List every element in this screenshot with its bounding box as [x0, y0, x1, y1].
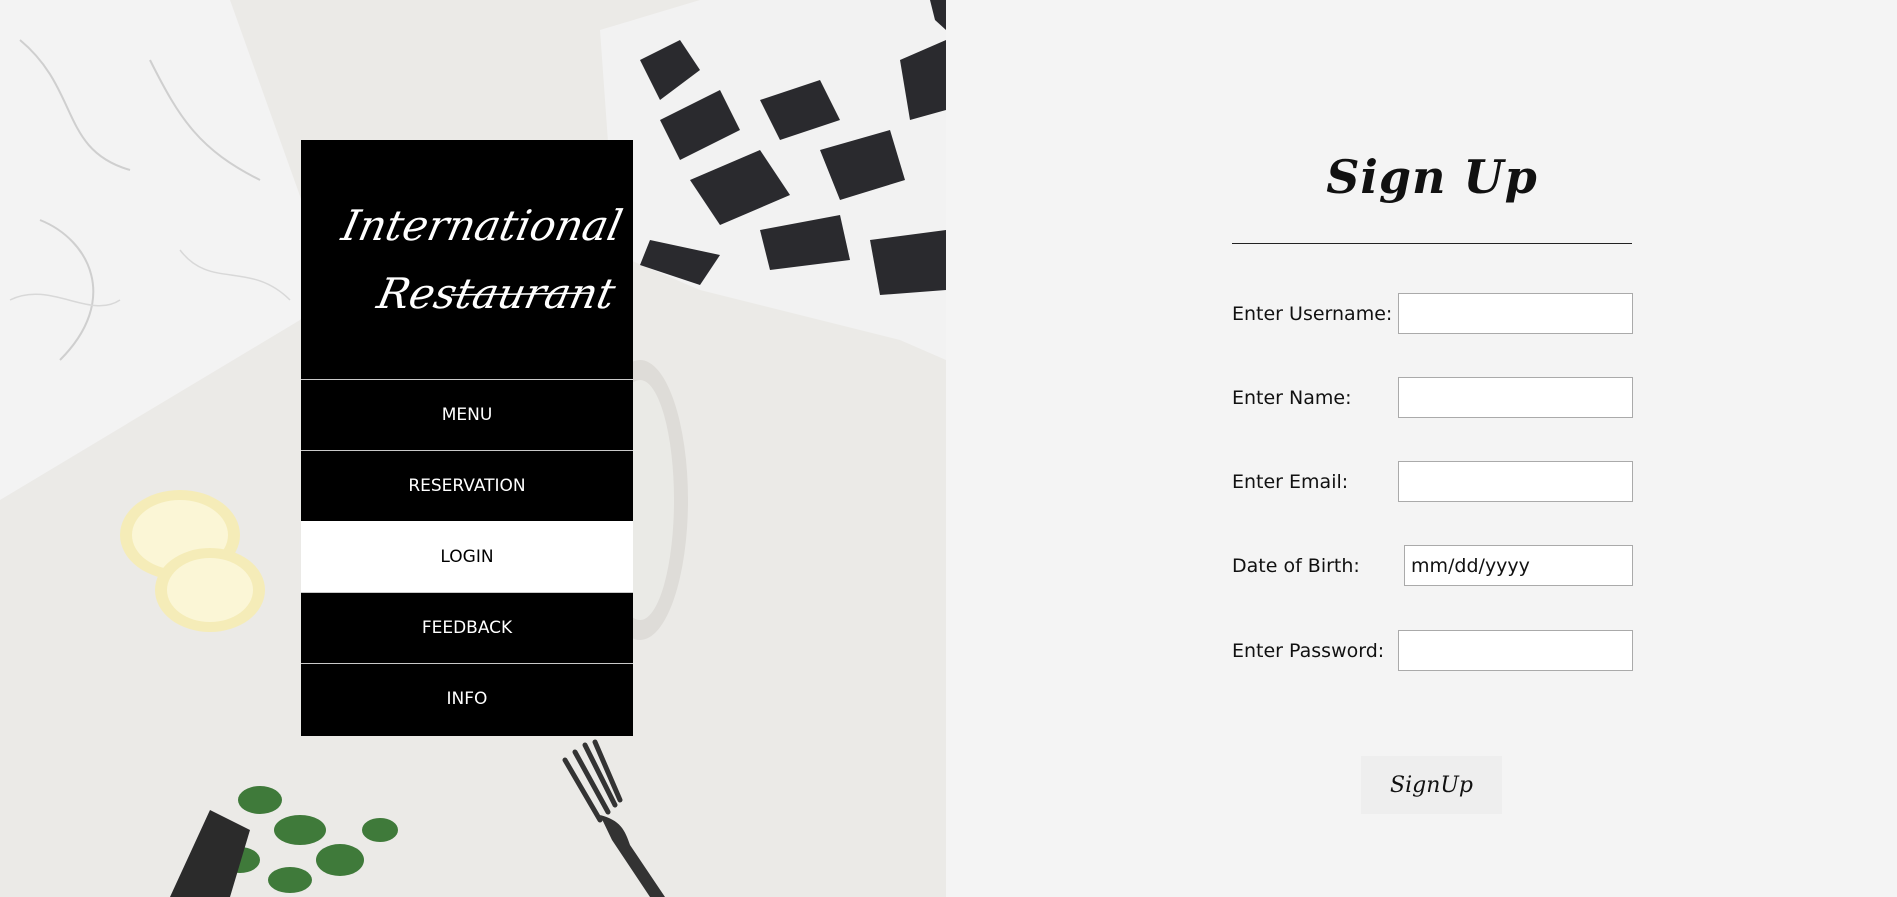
nav-item-reservation[interactable]: RESERVATION: [301, 450, 633, 521]
signup-panel: Sign Up Enter Username: Enter Name: Ente…: [946, 0, 1897, 897]
username-input[interactable]: [1398, 293, 1633, 334]
email-label: Enter Email:: [1232, 471, 1349, 493]
title-divider: [1232, 243, 1632, 244]
logo-script: International Restaurant: [336, 202, 626, 318]
nav-item-info[interactable]: INFO: [301, 663, 633, 734]
signup-button[interactable]: SignUp: [1361, 756, 1502, 814]
dob-label: Date of Birth:: [1232, 555, 1360, 577]
username-label: Enter Username:: [1232, 303, 1393, 325]
email-row: Enter Email:: [1232, 461, 1634, 503]
main-navigation: International Restaurant MENU RESERVATIO…: [301, 140, 633, 736]
nav-item-menu[interactable]: MENU: [301, 379, 633, 450]
dob-row: Date of Birth:: [1232, 545, 1634, 587]
name-label: Enter Name:: [1232, 387, 1352, 409]
password-row: Enter Password:: [1232, 630, 1634, 672]
restaurant-logo[interactable]: International Restaurant: [301, 140, 633, 379]
page-title: Sign Up: [1326, 150, 1538, 204]
username-row: Enter Username:: [1232, 293, 1634, 335]
logo-line1: International: [336, 202, 626, 250]
dob-input[interactable]: [1404, 545, 1633, 586]
nav-item-feedback[interactable]: FEEDBACK: [301, 592, 633, 663]
name-input[interactable]: [1398, 377, 1633, 418]
email-input[interactable]: [1398, 461, 1633, 502]
name-row: Enter Name:: [1232, 377, 1634, 419]
nav-item-login[interactable]: LOGIN: [301, 521, 633, 592]
password-input[interactable]: [1398, 630, 1633, 671]
password-label: Enter Password:: [1232, 640, 1385, 662]
